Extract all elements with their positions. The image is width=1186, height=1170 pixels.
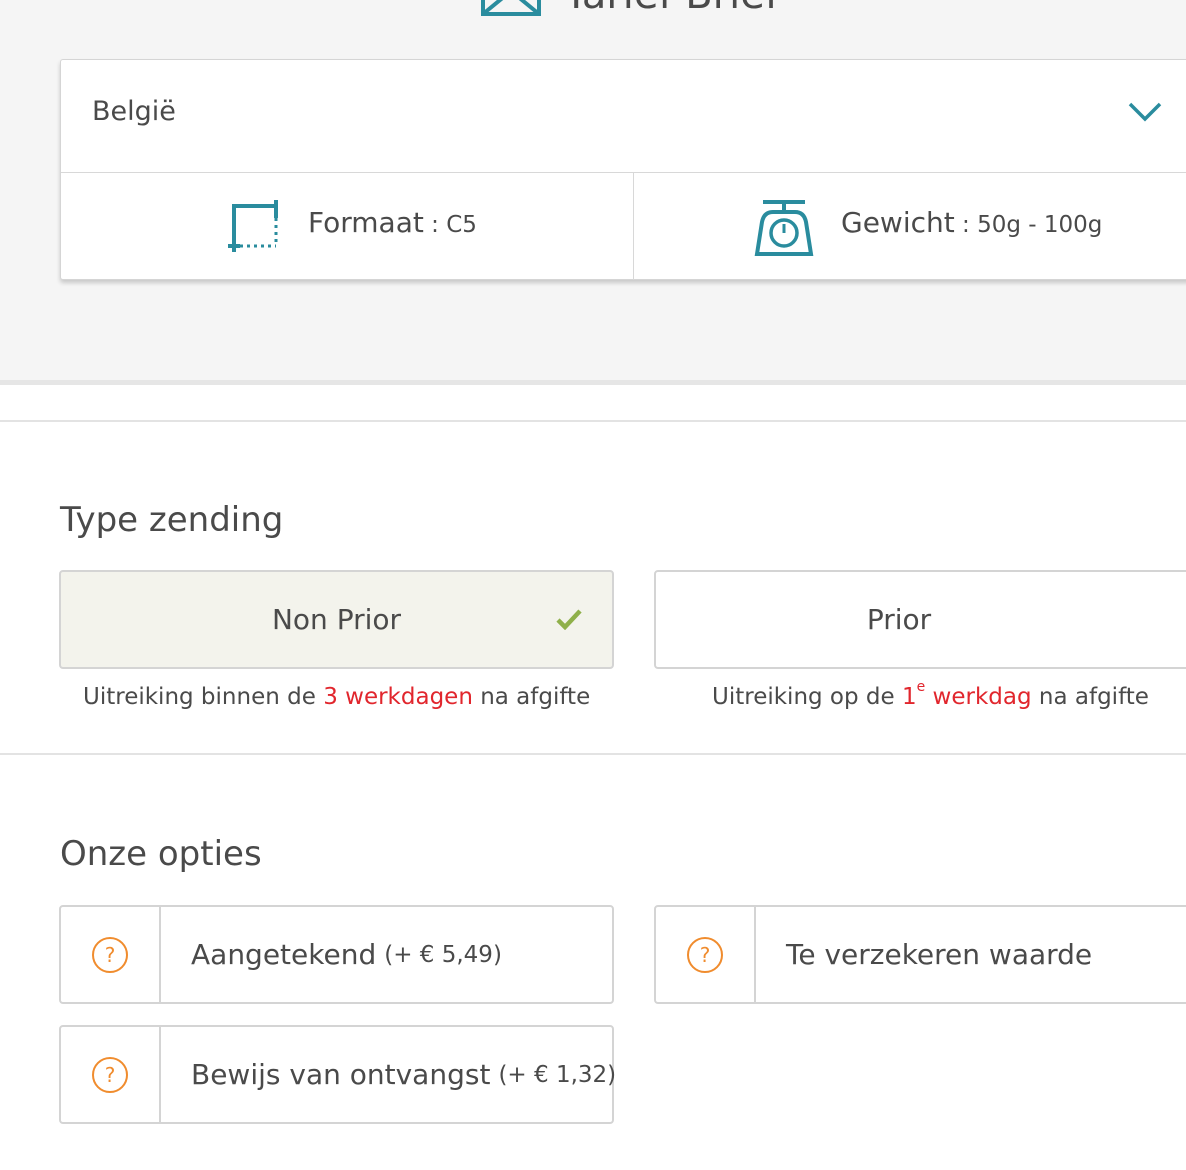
weight-selector[interactable]: Gewicht : 50g - 100g [634, 173, 1186, 280]
prior-label: Prior [866, 603, 932, 636]
options-title: Onze opties [60, 834, 262, 874]
country-value: België [92, 96, 176, 127]
weight-value: 50g - 100g [977, 212, 1103, 238]
format-selector[interactable]: Formaat : C5 [61, 173, 634, 280]
format-value: C5 [446, 212, 477, 238]
help-button[interactable]: ? [61, 907, 161, 1002]
help-icon: ? [687, 936, 723, 973]
weight-separator: : [954, 212, 978, 238]
option-te-verzekeren-waarde[interactable]: ? Te verzekeren waarde [654, 905, 1186, 1004]
country-select[interactable]: België [61, 60, 1186, 173]
chevron-down-icon [1128, 102, 1162, 122]
page-title: Tarief Brief [564, 0, 779, 18]
shipping-type-title: Type zending [60, 500, 284, 540]
crop-icon [228, 200, 278, 252]
non-prior-option[interactable]: Non Prior [59, 570, 614, 669]
option-price: (+ € 1,32) [498, 1061, 617, 1088]
panel-shadow [0, 380, 1186, 385]
option-name: Bewijs van ontvangst [191, 1058, 491, 1091]
option-bewijs-van-ontvangst[interactable]: ? Bewijs van ontvangst (+ € 1,32) [59, 1025, 617, 1124]
non-prior-label: Non Prior [271, 603, 402, 636]
prior-description: Uitreiking op de 1e werkdag na afgifte [712, 679, 1149, 710]
check-icon [556, 609, 582, 630]
section-divider [0, 420, 1186, 422]
help-button[interactable]: ? [61, 1027, 161, 1122]
prior-option[interactable]: Prior [654, 570, 1186, 669]
format-separator: : [423, 212, 447, 238]
option-name: Te verzekeren waarde [786, 938, 1093, 971]
option-aangetekend[interactable]: ? Aangetekend (+ € 5,49) [59, 905, 614, 1004]
envelope-icon [481, 0, 541, 16]
help-button[interactable]: ? [656, 907, 756, 1002]
letter-config-card: België Formaat : C5 Gewicht : 50g - 100g [60, 59, 1186, 280]
page-header: Tarief Brief [480, 0, 779, 20]
option-name: Aangetekend [191, 938, 377, 971]
section-divider [0, 753, 1186, 755]
non-prior-description: Uitreiking binnen de 3 werkdagen na afgi… [83, 684, 591, 710]
help-icon: ? [92, 1056, 128, 1093]
scale-icon [754, 200, 814, 256]
option-price: (+ € 5,49) [384, 941, 502, 968]
help-icon: ? [92, 936, 128, 973]
weight-label: Gewicht [841, 206, 955, 239]
format-label: Formaat [308, 206, 424, 239]
